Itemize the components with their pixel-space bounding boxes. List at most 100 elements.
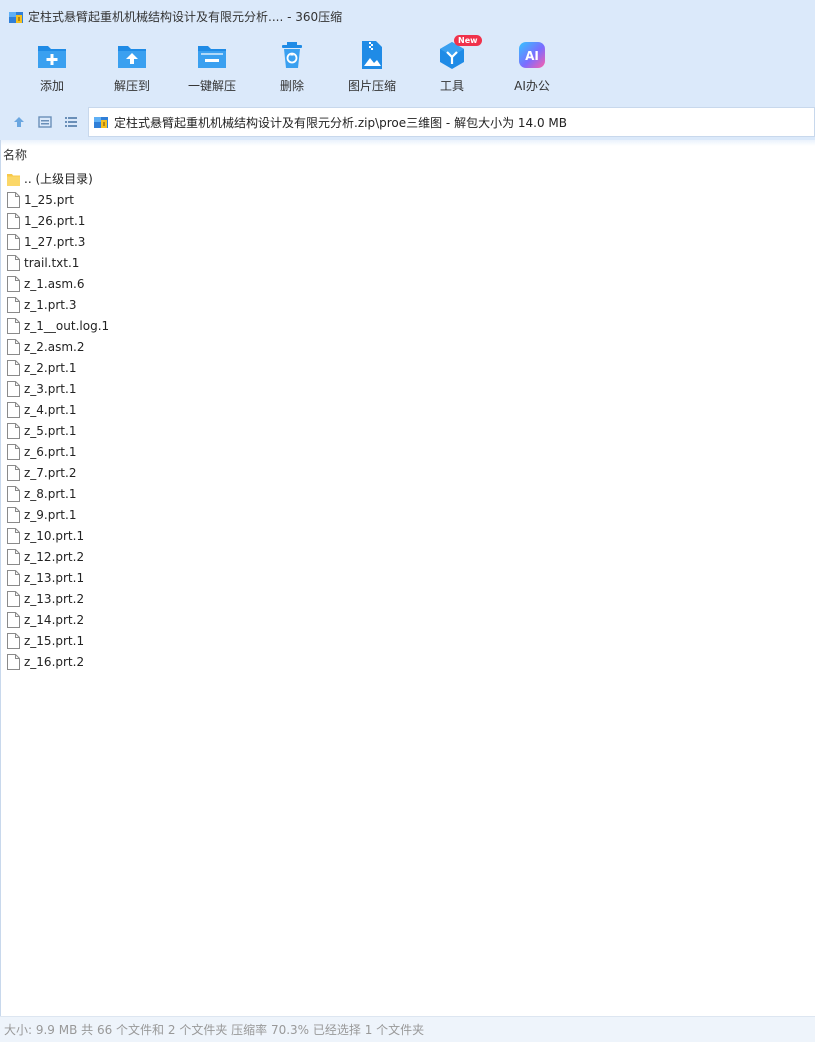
- file-name: z_12.prt.2: [24, 549, 85, 564]
- file-row[interactable]: z_1.asm.6: [1, 273, 815, 294]
- file-name: z_15.prt.1: [24, 633, 85, 648]
- file-row[interactable]: z_2.asm.2: [1, 336, 815, 357]
- file-icon: [7, 632, 20, 649]
- add-label: 添加: [39, 79, 64, 93]
- archive-icon: [93, 114, 109, 130]
- file-row[interactable]: z_13.prt.2: [1, 588, 815, 609]
- file-row[interactable]: z_8.prt.1: [1, 483, 815, 504]
- svg-text:AI: AI: [525, 49, 539, 63]
- image-compress-button[interactable]: 图片压缩: [332, 39, 412, 97]
- status-bar: 大小: 9.9 MB 共 66 个文件和 2 个文件夹 压缩率 70.3% 已经…: [0, 1016, 815, 1042]
- file-name: z_9.prt.1: [24, 507, 77, 522]
- file-row[interactable]: z_15.prt.1: [1, 630, 815, 651]
- tools-icon: New: [436, 35, 482, 71]
- toolbar: 添加 解压到 一键解压 删除 图片压缩 New 工具 AI AI办公: [0, 33, 815, 103]
- file-icon: [7, 611, 20, 628]
- detail-view-icon: [38, 115, 52, 128]
- file-row[interactable]: z_13.prt.1: [1, 567, 815, 588]
- arrow-up-icon: [14, 116, 24, 127]
- ai-office-button[interactable]: AI AI办公: [492, 39, 572, 97]
- add-icon: [36, 39, 68, 71]
- file-row[interactable]: z_5.prt.1: [1, 420, 815, 441]
- file-row[interactable]: z_9.prt.1: [1, 504, 815, 525]
- file-row[interactable]: z_1__out.log.1: [1, 315, 815, 336]
- delete-label: 删除: [279, 79, 304, 93]
- file-icon: [7, 527, 20, 544]
- file-row[interactable]: z_1.prt.3: [1, 294, 815, 315]
- file-name: 1_26.prt.1: [24, 213, 86, 228]
- file-row[interactable]: z_12.prt.2: [1, 546, 815, 567]
- extract-to-label: 解压到: [113, 79, 150, 93]
- file-row[interactable]: 1_26.prt.1: [1, 210, 815, 231]
- list-header-strip: [1, 140, 815, 146]
- file-name: z_6.prt.1: [24, 444, 77, 459]
- file-name: z_10.prt.1: [24, 528, 85, 543]
- file-icon: [7, 485, 20, 502]
- file-row[interactable]: z_3.prt.1: [1, 378, 815, 399]
- ai-office-icon: AI: [516, 39, 548, 71]
- file-row[interactable]: 1_25.prt: [1, 189, 815, 210]
- file-row[interactable]: z_16.prt.2: [1, 651, 815, 672]
- file-row[interactable]: trail.txt.1: [1, 252, 815, 273]
- parent-folder-row[interactable]: .. (上级目录): [1, 168, 815, 189]
- file-name: z_1.asm.6: [24, 276, 85, 291]
- file-name: .. (上级目录): [24, 172, 93, 186]
- file-icon: [7, 464, 20, 481]
- path-text: 定柱式悬臂起重机机械结构设计及有限元分析.zip\proe三维图 - 解包大小为…: [114, 115, 568, 130]
- extract-to-icon: [116, 39, 148, 71]
- one-click-extract-icon: [196, 39, 228, 71]
- list-view-icon: [65, 116, 77, 127]
- image-compress-icon: [356, 39, 388, 71]
- file-name: z_7.prt.2: [24, 465, 77, 480]
- file-icon: [7, 548, 20, 565]
- file-icon: [7, 254, 20, 271]
- file-row[interactable]: z_14.prt.2: [1, 609, 815, 630]
- file-row[interactable]: 1_27.prt.3: [1, 231, 815, 252]
- column-header-name[interactable]: 名称: [1, 146, 27, 163]
- view-list-button[interactable]: [60, 111, 82, 133]
- file-name: z_8.prt.1: [24, 486, 77, 501]
- file-icon: [7, 338, 20, 355]
- file-row[interactable]: z_6.prt.1: [1, 441, 815, 462]
- file-icon: [7, 317, 20, 334]
- title-bar: 定柱式悬臂起重机机械结构设计及有限元分析.... - 360压缩: [0, 0, 815, 33]
- file-row[interactable]: z_7.prt.2: [1, 462, 815, 483]
- file-name: z_3.prt.1: [24, 381, 77, 396]
- path-field[interactable]: 定柱式悬臂起重机机械结构设计及有限元分析.zip\proe三维图 - 解包大小为…: [88, 107, 815, 137]
- file-icon: [7, 590, 20, 607]
- file-icon: [7, 569, 20, 586]
- file-list: 名称 .. (上级目录) 1_25.prt 1_26.prt.1 1_27.prt.3…: [0, 140, 815, 1016]
- file-name: 1_27.prt.3: [24, 234, 86, 249]
- file-name: z_2.prt.1: [24, 360, 77, 375]
- file-name: z_2.asm.2: [24, 339, 85, 354]
- add-button[interactable]: 添加: [12, 39, 92, 97]
- view-details-button[interactable]: [34, 111, 56, 133]
- file-row[interactable]: z_10.prt.1: [1, 525, 815, 546]
- file-icon: [7, 191, 20, 208]
- file-name: z_1__out.log.1: [24, 318, 110, 333]
- one-click-extract-button[interactable]: 一键解压: [172, 39, 252, 97]
- file-row[interactable]: z_2.prt.1: [1, 357, 815, 378]
- file-icon: [7, 653, 20, 670]
- file-icon: [7, 212, 20, 229]
- file-icon: [7, 380, 20, 397]
- tools-label: 工具: [439, 79, 464, 93]
- one-click-extract-label: 一键解压: [187, 79, 236, 93]
- file-icon: [7, 233, 20, 250]
- folder-icon: [7, 171, 20, 187]
- address-bar: 定柱式悬臂起重机机械结构设计及有限元分析.zip\proe三维图 - 解包大小为…: [0, 103, 815, 140]
- extract-to-button[interactable]: 解压到: [92, 39, 172, 97]
- file-icon: [7, 359, 20, 376]
- image-compress-label: 图片压缩: [347, 79, 396, 93]
- status-text: 大小: 9.9 MB 共 66 个文件和 2 个文件夹 压缩率 70.3% 已经…: [4, 1023, 425, 1037]
- file-name: z_16.prt.2: [24, 654, 85, 669]
- delete-icon: [276, 39, 308, 71]
- app-logo-icon: [8, 9, 24, 25]
- file-name: z_14.prt.2: [24, 612, 85, 627]
- ai-office-label: AI办公: [514, 79, 550, 93]
- window-title: 定柱式悬臂起重机机械结构设计及有限元分析.... - 360压缩: [28, 10, 343, 24]
- tools-button[interactable]: New 工具: [412, 35, 492, 97]
- delete-button[interactable]: 删除: [252, 39, 332, 97]
- up-level-button[interactable]: [8, 111, 30, 133]
- file-row[interactable]: z_4.prt.1: [1, 399, 815, 420]
